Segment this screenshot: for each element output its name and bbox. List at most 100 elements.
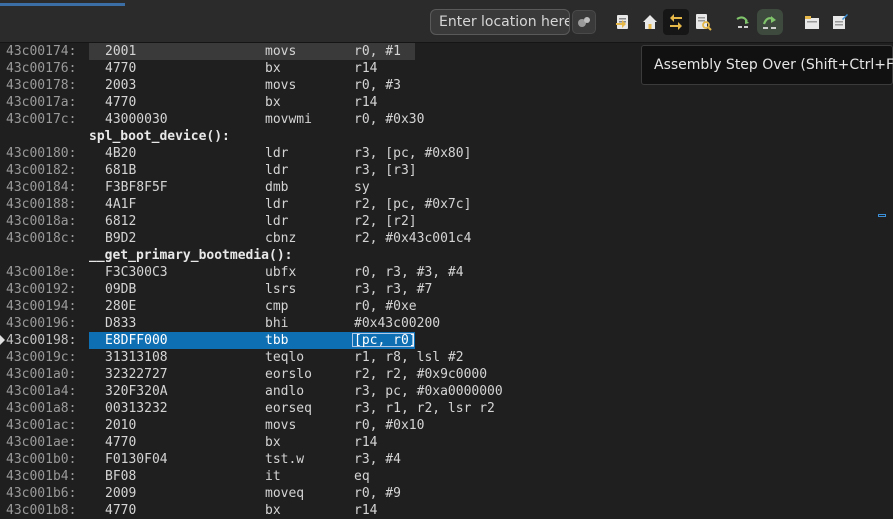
location-input[interactable]: Enter location here <box>430 9 570 35</box>
instruction-row[interactable]: 43c001ae: 4770 bx r14 <box>0 434 880 451</box>
step-into-button[interactable] <box>733 11 755 33</box>
instruction-bytes: 280E <box>105 299 137 314</box>
instruction-bytes: 4770 <box>105 95 137 110</box>
instruction-mnemonic: lsrs <box>265 282 297 297</box>
instruction-mnemonic: teqlo <box>265 350 305 365</box>
instruction-row[interactable]: 43c00180: 4B20 ldr r3, [pc, #0x80] <box>0 145 880 162</box>
instruction-row[interactable]: 43c001a0: 32322727 eorslo r2, r2, #0x9c0000 <box>0 366 880 383</box>
instruction-bytes: 4770 <box>105 61 137 76</box>
function-label-text: spl_boot_device(): <box>89 129 230 144</box>
instruction-bytes: F3BF8F5F <box>105 180 168 195</box>
edit-document-button[interactable] <box>829 11 851 33</box>
instruction-row[interactable]: 43c00188: 4A1F ldr r2, [pc, #0x7c] <box>0 196 880 213</box>
instruction-operands: r3, r1, r2, lsr r2 <box>354 401 495 416</box>
instruction-operands: r2, [r2] <box>354 214 417 229</box>
instruction-row[interactable]: 43c00182: 681B ldr r3, [r3] <box>0 162 880 179</box>
instruction-bytes: 2009 <box>105 486 137 501</box>
instruction-address: 43c0017a: <box>6 95 77 110</box>
instruction-operands: r2, [pc, #0x7c] <box>354 197 472 212</box>
instruction-bytes: 2010 <box>105 418 137 433</box>
instruction-row[interactable]: 43c0018c: B9D2 cbnz r2, #0x43c001c4 <box>0 230 880 247</box>
home-icon <box>643 15 657 29</box>
instruction-bytes: 681B <box>105 163 137 178</box>
instruction-mnemonic: movs <box>265 78 297 93</box>
function-label[interactable]: spl_boot_device(): <box>0 128 880 145</box>
instruction-row[interactable]: 43c001ac: 2010 movs r0, #0x10 <box>0 417 880 434</box>
instruction-row[interactable]: 43c001b0: F0130F04 tst.w r3, #4 <box>0 451 880 468</box>
instruction-address: 43c00196: <box>6 316 77 331</box>
swap-arrows-button[interactable] <box>663 9 689 35</box>
instruction-row[interactable]: 43c001b6: 2009 moveq r0, #9 <box>0 485 880 502</box>
instruction-row[interactable]: 43c00192: 09DB lsrs r3, r3, #7 <box>0 281 880 298</box>
instruction-mnemonic: movwmi <box>265 112 312 127</box>
instruction-row[interactable]: 43c0019c: 31313108 teqlo r1, r8, lsl #2 <box>0 349 880 366</box>
instruction-mnemonic: ubfx <box>265 265 297 280</box>
instruction-mnemonic: tbb <box>265 333 289 348</box>
instruction-row[interactable]: 43c0018e: F3C300C3 ubfx r0, r3, #3, #4 <box>0 264 880 281</box>
disassembly-listing[interactable]: 43c00174: 2001 movs r0, #1 43c00176: 4770 bx r1… <box>0 43 893 518</box>
instruction-row[interactable]: 43c001a4: 320F320A andlo r3, pc, #0xa000000… <box>0 383 880 400</box>
instruction-row[interactable]: 43c00184: F3BF8F5F dmb sy <box>0 179 880 196</box>
overview-ruler-marker[interactable] <box>878 214 886 217</box>
instruction-mnemonic: bx <box>265 435 281 450</box>
instruction-address: 43c0018a: <box>6 214 77 229</box>
go-button[interactable] <box>572 10 596 34</box>
instruction-row[interactable]: 43c001a8: 00313232 eorseq r3, r1, r2, lsr r… <box>0 400 880 417</box>
instruction-operands: [pc, r0] <box>354 333 417 348</box>
instruction-address: 43c001ac: <box>6 418 77 433</box>
function-label-text: __get_primary_bootmedia(): <box>89 248 293 263</box>
instruction-bytes: F0130F04 <box>105 452 168 467</box>
assembly-step-over-button[interactable] <box>757 9 783 35</box>
instruction-operands: r3, [pc, #0x80] <box>354 146 472 161</box>
instruction-mnemonic: it <box>265 469 281 484</box>
instruction-row[interactable]: 43c00196: D833 bhi #0x43c00200 <box>0 315 880 332</box>
folder-open-icon <box>805 16 819 29</box>
instruction-bytes: 4770 <box>105 503 137 518</box>
instruction-row[interactable]: 43c00194: 280E cmp r0, #0xe <box>0 298 880 315</box>
instruction-mnemonic: moveq <box>265 486 305 501</box>
instruction-row[interactable]: 43c001b4: BF08 it eq <box>0 468 880 485</box>
instruction-bytes: 320F320A <box>105 384 168 399</box>
instruction-operands: eq <box>354 469 370 484</box>
instruction-mnemonic: bhi <box>265 316 289 331</box>
instruction-operands: r3, r3, #7 <box>354 282 433 297</box>
instruction-operands: r14 <box>354 61 378 76</box>
instruction-bytes: 6812 <box>105 214 137 229</box>
document-search-button[interactable] <box>692 11 714 33</box>
instruction-bytes: F3C300C3 <box>105 265 168 280</box>
instruction-mnemonic: tst.w <box>265 452 305 467</box>
instruction-row[interactable]: 43c0017a: 4770 bx r14 <box>0 94 880 111</box>
instruction-row[interactable]: 43c001b8: 4770 bx r14 <box>0 502 880 519</box>
instruction-operands: r0, r3, #3, #4 <box>354 265 464 280</box>
instruction-row[interactable]: 43c0017c: 43000030 movwmi r0, #0x30 <box>0 111 880 128</box>
instruction-operands: r3, [r3] <box>354 163 417 178</box>
instruction-mnemonic: eorslo <box>265 367 312 382</box>
function-label[interactable]: __get_primary_bootmedia(): <box>0 247 880 264</box>
instruction-operands: r14 <box>354 95 378 110</box>
instruction-mnemonic: ldr <box>265 214 289 229</box>
instruction-bytes: E8DFF000 <box>105 333 168 348</box>
instruction-bytes: 4B20 <box>105 146 137 161</box>
step-over-tooltip: Assembly Step Over (Shift+Ctrl+F6) <box>641 45 893 85</box>
instruction-address: 43c001b4: <box>6 469 77 484</box>
instruction-address: 43c00194: <box>6 299 77 314</box>
instruction-row[interactable]: 43c0018a: 6812 ldr r2, [r2] <box>0 213 880 230</box>
instruction-address: 43c001b8: <box>6 503 77 518</box>
instruction-mnemonic: ldr <box>265 197 289 212</box>
home-button[interactable] <box>639 11 661 33</box>
instruction-address: 43c00192: <box>6 282 77 297</box>
open-folder-button[interactable] <box>801 11 823 33</box>
instruction-operands: r14 <box>354 503 378 518</box>
selected-instruction-row[interactable]: 43c00198: E8DFF000 tbb [pc, r0] <box>0 332 880 349</box>
assembly-step-into-icon <box>616 15 628 29</box>
instruction-bytes: 4770 <box>105 435 137 450</box>
edit-document-icon <box>833 14 848 29</box>
instruction-operands: r0, #0x10 <box>354 418 425 433</box>
instruction-operands: r0, #9 <box>354 486 401 501</box>
instruction-address: 43c001ae: <box>6 435 77 450</box>
instruction-address: 43c001b0: <box>6 452 77 467</box>
instruction-mnemonic: bx <box>265 95 281 110</box>
instruction-operands: sy <box>354 180 370 195</box>
assembly-step-into-button[interactable] <box>612 11 634 33</box>
instruction-address: 43c001a0: <box>6 367 77 382</box>
